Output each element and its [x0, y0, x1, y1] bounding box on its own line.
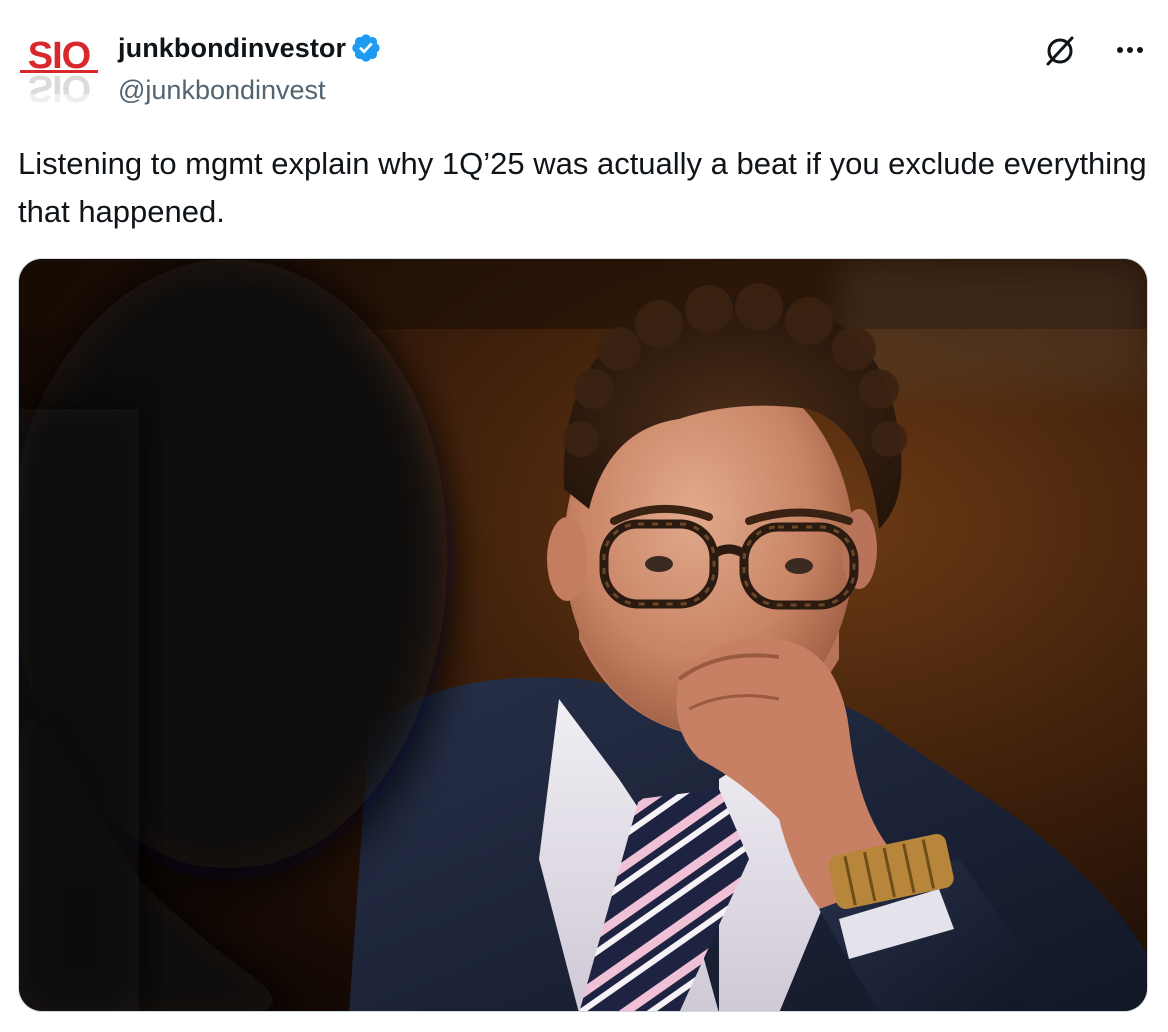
logo-icon: SIO SIO	[16, 28, 102, 114]
photo-image	[19, 259, 1147, 1011]
author-avatar[interactable]: SIO SIO	[16, 28, 102, 114]
grok-button[interactable]	[1040, 30, 1080, 70]
verified-badge-icon	[350, 32, 382, 64]
tweet-card: SIO SIO junkbondinvestor @junkbondinvest	[0, 0, 1168, 1032]
tweet-photo[interactable]	[18, 258, 1148, 1012]
author-handle[interactable]: @junkbondinvest	[118, 72, 326, 108]
author-name-row[interactable]: junkbondinvestor	[118, 30, 382, 66]
grok-icon	[1046, 36, 1074, 66]
tweet-text: Listening to mgmt explain why 1Q’25 was …	[18, 146, 1147, 229]
more-dots-icon	[1117, 47, 1143, 53]
more-options-button[interactable]	[1110, 30, 1150, 70]
author-display-name[interactable]: junkbondinvestor	[118, 30, 346, 66]
